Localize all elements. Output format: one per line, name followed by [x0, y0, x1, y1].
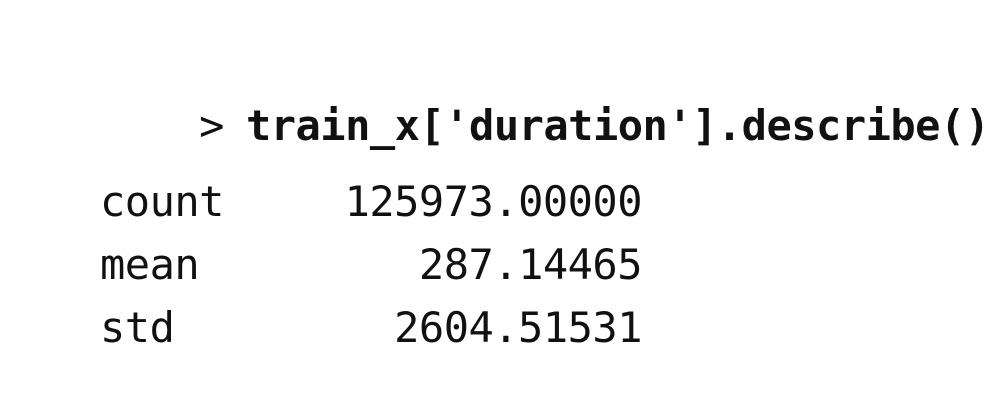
prompt-symbol: >: [199, 101, 224, 150]
stat-value: 2604.51531: [394, 303, 642, 352]
stat-name: std: [100, 303, 175, 352]
command-text: train_x['duration'].describe(): [245, 101, 990, 150]
stat-value: 287.14465: [418, 240, 643, 289]
console-panel: > train_x['duration'].describe() count 12…: [0, 0, 1001, 413]
describe-output: count 125973.00000 mean 287.14465 std 26…: [100, 170, 643, 359]
output-row-std: std 2604.51531: [100, 296, 643, 359]
output-row-mean: mean 287.14465: [100, 233, 643, 296]
stat-value: 125973.00000: [344, 177, 643, 226]
output-row-count: count 125973.00000: [100, 170, 643, 233]
stat-name: count: [100, 177, 224, 226]
stat-name: mean: [100, 240, 200, 289]
